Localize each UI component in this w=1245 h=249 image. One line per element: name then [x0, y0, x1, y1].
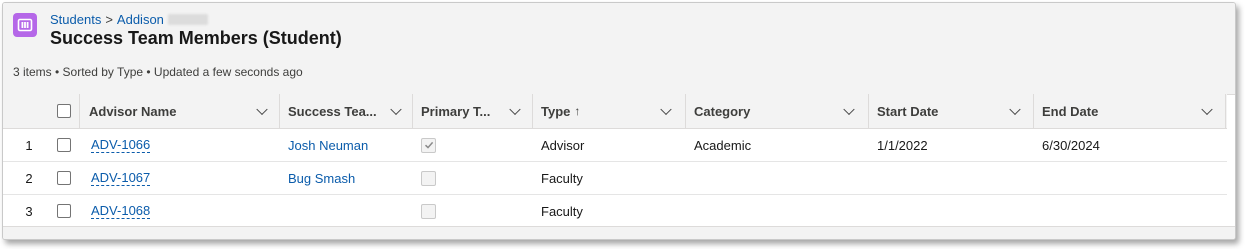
- start-date-cell: 1/1/2022: [877, 137, 928, 153]
- list-header: Students > Addison Success Team Members (S…: [3, 3, 1235, 95]
- primary-cell: [421, 162, 521, 194]
- column-label: Success Tea...: [288, 103, 377, 119]
- chevron-down-icon[interactable]: [843, 103, 855, 116]
- row-select-checkbox[interactable]: [57, 204, 71, 218]
- type-cell: Faculty: [541, 203, 583, 219]
- end-date-cell: 6/30/2024: [1042, 137, 1100, 153]
- data-table: Advisor Name Success Tea... Primary T...…: [3, 94, 1227, 228]
- column-label: End Date: [1042, 103, 1099, 119]
- breadcrumb-student-link[interactable]: Addison: [117, 12, 164, 27]
- success-team-cell: Josh Neuman: [288, 129, 410, 161]
- category-cell: Academic: [694, 137, 752, 153]
- column-header-category[interactable]: Category: [685, 94, 867, 128]
- breadcrumb-separator: >: [105, 12, 113, 27]
- primary-checkbox-checked: [421, 137, 436, 153]
- row-select-cell: [57, 195, 77, 227]
- row-number: 1: [25, 137, 33, 153]
- chevron-down-icon[interactable]: [1009, 103, 1021, 116]
- advisor-name-link[interactable]: ADV-1066: [91, 137, 151, 153]
- end-date-cell: [1042, 195, 1222, 227]
- chevron-down-icon[interactable]: [509, 103, 521, 116]
- row-number: 2: [25, 170, 33, 186]
- table-row: 1 ADV-1066 Josh Neuman Advisor Academic …: [3, 129, 1227, 162]
- chevron-down-icon[interactable]: [390, 103, 402, 116]
- row-select-checkbox[interactable]: [57, 138, 71, 152]
- redacted-surname: [167, 14, 208, 25]
- column-header-type[interactable]: Type ↑: [532, 94, 684, 128]
- primary-checkbox-unchecked: [421, 203, 436, 219]
- success-team-link[interactable]: Josh Neuman: [288, 138, 368, 153]
- table-header-row: Advisor Name Success Tea... Primary T...…: [3, 94, 1227, 129]
- column-header-start-date[interactable]: Start Date: [868, 94, 1033, 128]
- type-cell: Faculty: [541, 170, 583, 186]
- primary-cell: [421, 129, 521, 161]
- select-all-checkbox[interactable]: [57, 104, 71, 118]
- chevron-down-icon[interactable]: [256, 103, 268, 116]
- type-cell: Advisor: [541, 137, 585, 153]
- row-select-checkbox[interactable]: [57, 171, 71, 185]
- related-list-window: Students > Addison Success Team Members (S…: [2, 2, 1236, 240]
- success-team-cell: Bug Smash: [288, 162, 410, 194]
- column-header-advisor-name[interactable]: Advisor Name: [79, 94, 279, 128]
- row-number: 3: [25, 203, 33, 219]
- table-row: 3 ADV-1068 Faculty: [3, 195, 1227, 228]
- row-select-cell: [57, 162, 77, 194]
- list-status-info: 3 items • Sorted by Type • Updated a few…: [13, 65, 303, 79]
- chevron-down-icon[interactable]: [1201, 103, 1213, 116]
- table-row: 2 ADV-1067 Bug Smash Faculty: [3, 162, 1227, 195]
- advisor-name-link[interactable]: ADV-1068: [91, 203, 151, 219]
- start-date-cell: [877, 195, 1027, 227]
- column-divider[interactable]: [1225, 94, 1226, 128]
- table-footer: [3, 226, 1235, 239]
- category-cell: [694, 195, 864, 227]
- success-team-link[interactable]: Bug Smash: [288, 171, 355, 186]
- chevron-down-icon[interactable]: [660, 103, 672, 116]
- column-header-success-team[interactable]: Success Tea...: [279, 94, 411, 128]
- end-date-cell: [1042, 162, 1222, 194]
- column-header-primary[interactable]: Primary T...: [412, 94, 532, 128]
- advisor-name-cell: ADV-1067: [91, 162, 277, 194]
- category-cell: [694, 162, 864, 194]
- checkmark-icon: [424, 141, 433, 149]
- primary-cell: [421, 195, 521, 227]
- success-team-icon: [13, 13, 37, 37]
- column-label: Category: [694, 103, 751, 119]
- advisor-name-cell: ADV-1068: [91, 195, 277, 227]
- column-label: Advisor Name: [89, 103, 177, 119]
- advisor-name-cell: ADV-1066: [91, 129, 277, 161]
- row-select-cell: [57, 129, 77, 161]
- select-all-cell: [57, 94, 77, 128]
- primary-checkbox-unchecked: [421, 170, 436, 186]
- sort-ascending-icon: ↑: [574, 104, 581, 118]
- start-date-cell: [877, 162, 1027, 194]
- advisor-name-link[interactable]: ADV-1067: [91, 170, 151, 186]
- breadcrumb: Students > Addison: [50, 12, 208, 27]
- column-label: Primary T...: [421, 103, 491, 119]
- page-title: Success Team Members (Student): [50, 28, 342, 48]
- success-team-cell: [288, 195, 410, 227]
- column-header-end-date[interactable]: End Date: [1033, 94, 1225, 128]
- column-label: Start Date: [877, 103, 939, 119]
- breadcrumb-students-link[interactable]: Students: [50, 12, 101, 27]
- column-label: Type: [541, 103, 571, 119]
